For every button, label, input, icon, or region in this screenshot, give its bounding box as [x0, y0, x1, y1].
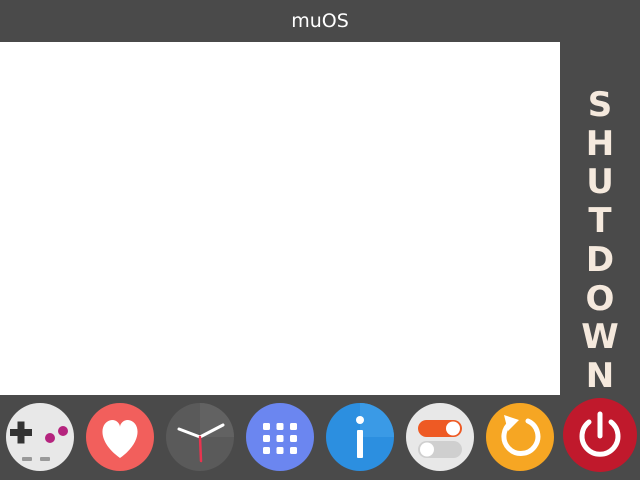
shutdown-label-letter: D	[585, 239, 615, 280]
shutdown-label-letter: S	[587, 85, 613, 125]
shutdown-label-letter: T	[588, 201, 612, 242]
title-bar: muOS	[0, 0, 640, 42]
gamepad-icon	[6, 403, 74, 471]
dock-item-reboot[interactable]	[486, 403, 554, 471]
shutdown-label-letter: O	[585, 278, 615, 319]
dock-item-favourites[interactable]	[86, 403, 154, 471]
clock-icon	[166, 403, 234, 471]
shutdown-label-letter: H	[585, 123, 615, 164]
dock-item-configuration[interactable]	[406, 403, 474, 471]
dock-item-apps[interactable]	[246, 403, 314, 471]
content-area	[0, 42, 560, 395]
shutdown-label-letter: N	[585, 355, 615, 396]
dock-item-games[interactable]	[6, 403, 74, 471]
dock-item-clock[interactable]	[166, 403, 234, 471]
shutdown-label-letter: W	[581, 317, 619, 358]
app-grid-icon	[246, 403, 314, 471]
toggle-icon	[406, 403, 474, 471]
info-icon	[326, 403, 394, 471]
dock-item-info[interactable]	[326, 403, 394, 471]
reboot-icon	[486, 403, 554, 471]
dock	[0, 395, 640, 480]
power-icon	[563, 398, 637, 472]
dock-item-shutdown[interactable]	[563, 398, 637, 472]
shutdown-label-letter: U	[586, 162, 614, 203]
side-panel: SHUTDOWN	[560, 42, 640, 395]
heart-icon	[86, 403, 154, 471]
shutdown-vertical-label: SHUTDOWN	[560, 86, 640, 396]
window-title: muOS	[291, 10, 349, 32]
